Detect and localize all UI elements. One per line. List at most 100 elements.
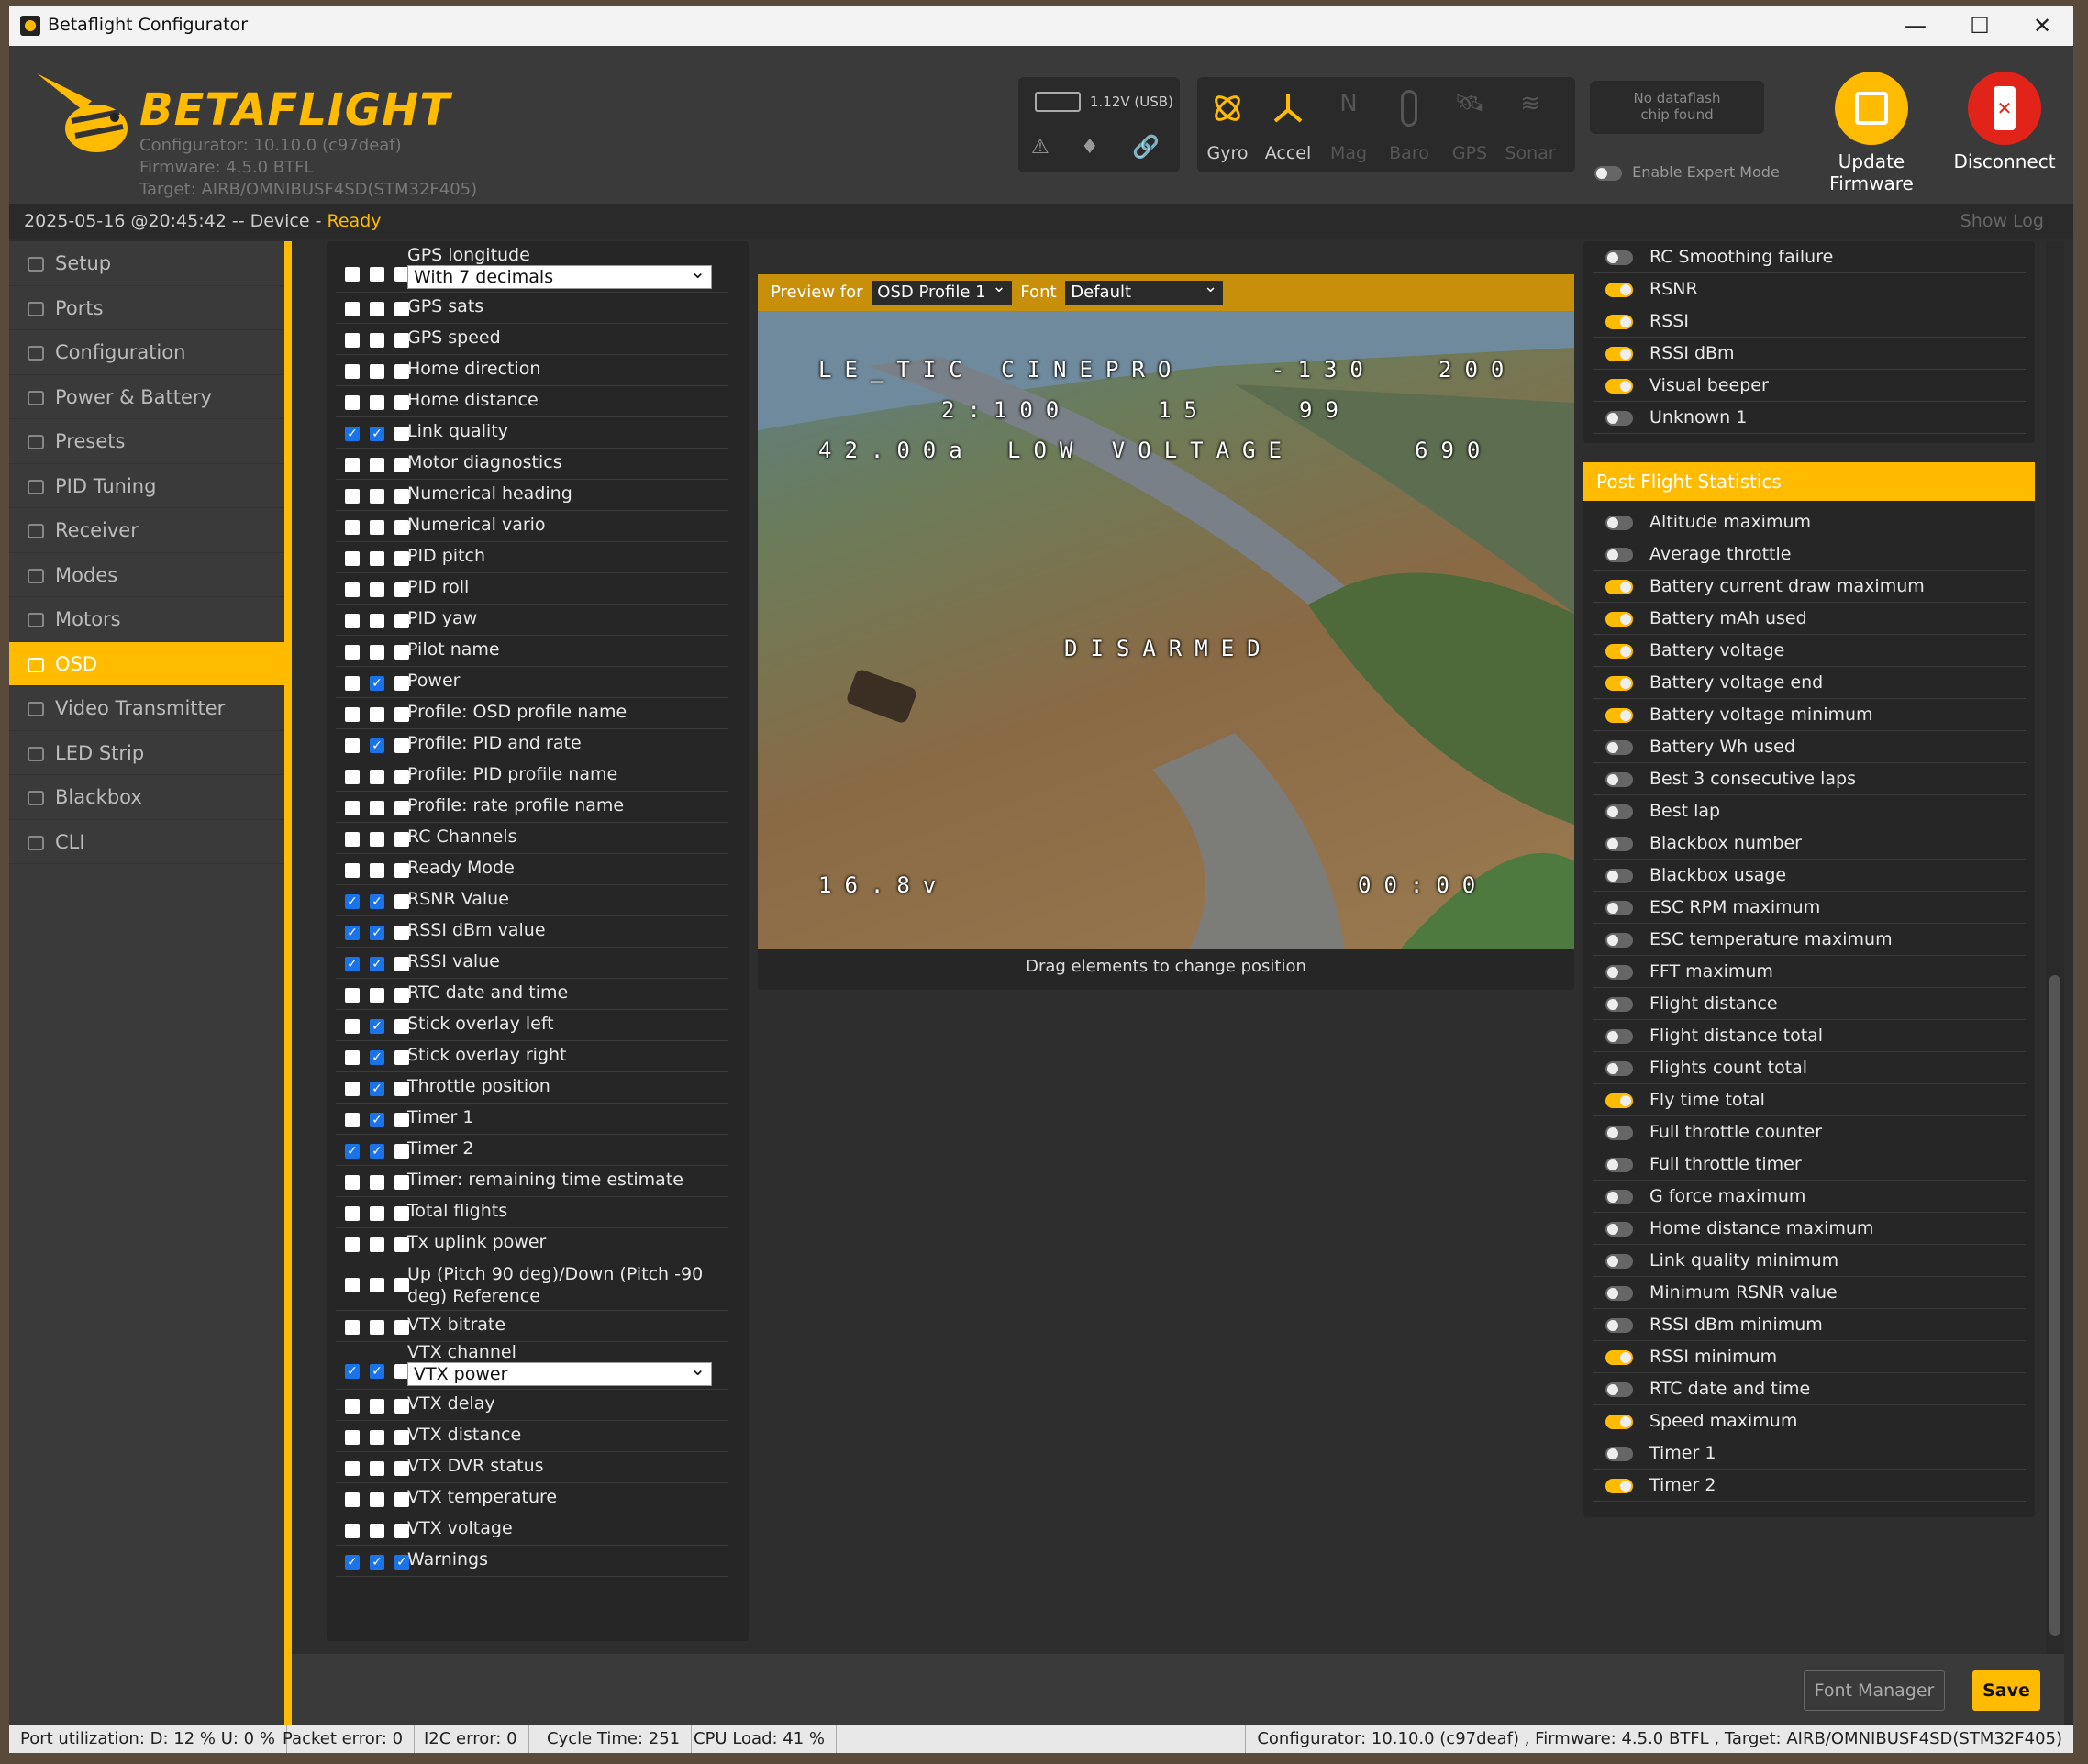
profile-2-checkbox[interactable]: ✓ — [370, 1364, 384, 1379]
battery-voltage-toggle[interactable] — [1605, 644, 1633, 659]
profile-2-checkbox[interactable] — [370, 770, 384, 784]
profile-2-checkbox[interactable] — [370, 645, 384, 660]
profile-1-checkbox[interactable] — [345, 1524, 360, 1538]
profile-2-checkbox[interactable] — [370, 1320, 384, 1335]
link-quality-minimum-toggle[interactable] — [1605, 1254, 1633, 1269]
sidebar-item-ports[interactable]: Ports — [9, 286, 284, 330]
osd-link-quality[interactable]: 99 — [1299, 397, 1351, 423]
osd-element-variant-select[interactable]: With 7 decimals — [407, 261, 712, 289]
link-icon[interactable]: 🔗 — [1132, 134, 1160, 160]
profile-2-checkbox[interactable]: ✓ — [370, 957, 384, 971]
profile-1-checkbox[interactable] — [345, 801, 360, 815]
profile-1-checkbox[interactable] — [345, 582, 360, 597]
profile-2-checkbox[interactable]: ✓ — [370, 738, 384, 753]
rssi-dbm-minimum-toggle[interactable] — [1605, 1318, 1633, 1333]
esc-temperature-maximum-toggle[interactable] — [1605, 933, 1633, 948]
sidebar-item-video-transmitter[interactable]: Video Transmitter — [9, 686, 284, 731]
save-button[interactable]: Save — [1972, 1670, 2040, 1711]
profile-1-checkbox[interactable] — [345, 520, 360, 535]
profile-1-checkbox[interactable]: ✓ — [345, 1555, 360, 1570]
maximize-button[interactable]: ☐ — [1952, 9, 2007, 42]
profile-2-checkbox[interactable] — [370, 707, 384, 722]
profile-2-checkbox[interactable]: ✓ — [370, 1144, 384, 1159]
profile-1-checkbox[interactable] — [345, 1175, 360, 1190]
expert-mode-toggle[interactable] — [1594, 165, 1622, 181]
profile-2-checkbox[interactable] — [370, 1430, 384, 1445]
profile-1-checkbox[interactable]: ✓ — [345, 1144, 360, 1159]
osd-pid-rate-profile[interactable]: 2:100 — [941, 397, 1072, 423]
blackbox-usage-toggle[interactable] — [1605, 869, 1633, 883]
g-force-maximum-toggle[interactable] — [1605, 1190, 1633, 1204]
osd-current[interactable]: 42.00a — [818, 438, 975, 463]
profile-1-checkbox[interactable] — [345, 364, 360, 379]
battery-voltage-minimum-toggle[interactable] — [1605, 708, 1633, 723]
profile-2-checkbox[interactable] — [370, 520, 384, 535]
scrollbar-thumb[interactable] — [2049, 975, 2060, 1636]
profile-1-checkbox[interactable] — [345, 395, 360, 410]
sidebar-item-led-strip[interactable]: LED Strip — [9, 731, 284, 775]
profile-2-checkbox[interactable] — [370, 1278, 384, 1292]
battery-wh-used-toggle[interactable] — [1605, 740, 1633, 755]
sidebar-item-receiver[interactable]: Receiver — [9, 508, 284, 553]
sidebar-item-blackbox[interactable]: Blackbox — [9, 775, 284, 820]
home-distance-maximum-toggle[interactable] — [1605, 1222, 1633, 1237]
profile-1-checkbox[interactable] — [345, 614, 360, 628]
rssi-minimum-toggle[interactable] — [1605, 1350, 1633, 1365]
profile-1-checkbox[interactable] — [345, 267, 360, 282]
profile-2-checkbox[interactable] — [370, 988, 384, 1003]
profile-2-checkbox[interactable]: ✓ — [370, 1019, 384, 1034]
speed-maximum-toggle[interactable] — [1605, 1415, 1633, 1429]
profile-1-checkbox[interactable]: ✓ — [345, 894, 360, 909]
profile-1-checkbox[interactable] — [345, 1237, 360, 1252]
profile-2-checkbox[interactable]: ✓ — [370, 1050, 384, 1065]
sidebar-item-power-battery[interactable]: Power & Battery — [9, 375, 284, 419]
sidebar-item-modes[interactable]: Modes — [9, 553, 284, 597]
profile-2-checkbox[interactable] — [370, 1492, 384, 1507]
osd-mah-drawn[interactable]: 690 — [1415, 438, 1493, 463]
profile-2-checkbox[interactable] — [370, 489, 384, 504]
profile-1-checkbox[interactable] — [345, 1320, 360, 1335]
profile-1-checkbox[interactable]: ✓ — [345, 957, 360, 971]
sidebar-item-cli[interactable]: CLI — [9, 820, 284, 864]
profile-1-checkbox[interactable] — [345, 1113, 360, 1127]
profile-1-checkbox[interactable] — [345, 832, 360, 847]
rtc-date-and-time-toggle[interactable] — [1605, 1382, 1633, 1397]
profile-2-checkbox[interactable]: ✓ — [370, 676, 384, 691]
minimize-button[interactable]: — — [1888, 9, 1943, 42]
full-throttle-timer-toggle[interactable] — [1605, 1158, 1633, 1172]
profile-1-checkbox[interactable]: ✓ — [345, 926, 360, 940]
timer-2-toggle[interactable] — [1605, 1479, 1633, 1493]
profile-2-checkbox[interactable] — [370, 1206, 384, 1221]
fft-maximum-toggle[interactable] — [1605, 965, 1633, 980]
profile-1-checkbox[interactable] — [345, 863, 360, 878]
profile-2-checkbox[interactable]: ✓ — [370, 1113, 384, 1127]
minimum-rsnr-value-toggle[interactable] — [1605, 1286, 1633, 1301]
flights-count-total-toggle[interactable] — [1605, 1061, 1633, 1076]
profile-2-checkbox[interactable] — [370, 582, 384, 597]
profile-2-checkbox[interactable] — [370, 551, 384, 566]
profile-1-checkbox[interactable] — [345, 707, 360, 722]
profile-2-checkbox[interactable] — [370, 1524, 384, 1538]
sidebar-item-setup[interactable]: Setup — [9, 241, 284, 286]
battery-voltage-end-toggle[interactable] — [1605, 676, 1633, 691]
osd-battery-voltage[interactable]: 16.8v — [818, 872, 949, 898]
profile-2-checkbox[interactable]: ✓ — [370, 1555, 384, 1570]
profile-1-checkbox[interactable] — [345, 988, 360, 1003]
best-lap-toggle[interactable] — [1605, 804, 1633, 819]
profile-1-checkbox[interactable]: ✓ — [345, 1364, 360, 1379]
blackbox-number-toggle[interactable] — [1605, 837, 1633, 851]
profile-1-checkbox[interactable] — [345, 1019, 360, 1034]
flight-distance-total-toggle[interactable] — [1605, 1029, 1633, 1044]
profile-1-checkbox[interactable] — [345, 1082, 360, 1096]
profile-2-checkbox[interactable] — [370, 863, 384, 878]
profile-2-checkbox[interactable] — [370, 832, 384, 847]
main-scrollbar[interactable] — [2046, 241, 2064, 1654]
flight-distance-toggle[interactable] — [1605, 997, 1633, 1012]
esc-rpm-maximum-toggle[interactable] — [1605, 901, 1633, 915]
average-throttle-toggle[interactable] — [1605, 548, 1633, 562]
best-3-consecutive-laps-toggle[interactable] — [1605, 772, 1633, 787]
osd-rsnr-value[interactable]: 200 — [1438, 357, 1516, 383]
profile-2-checkbox[interactable] — [370, 364, 384, 379]
osd-craft-name[interactable]: LE_TIC CINEPRO — [818, 357, 1183, 383]
full-throttle-counter-toggle[interactable] — [1605, 1126, 1633, 1140]
